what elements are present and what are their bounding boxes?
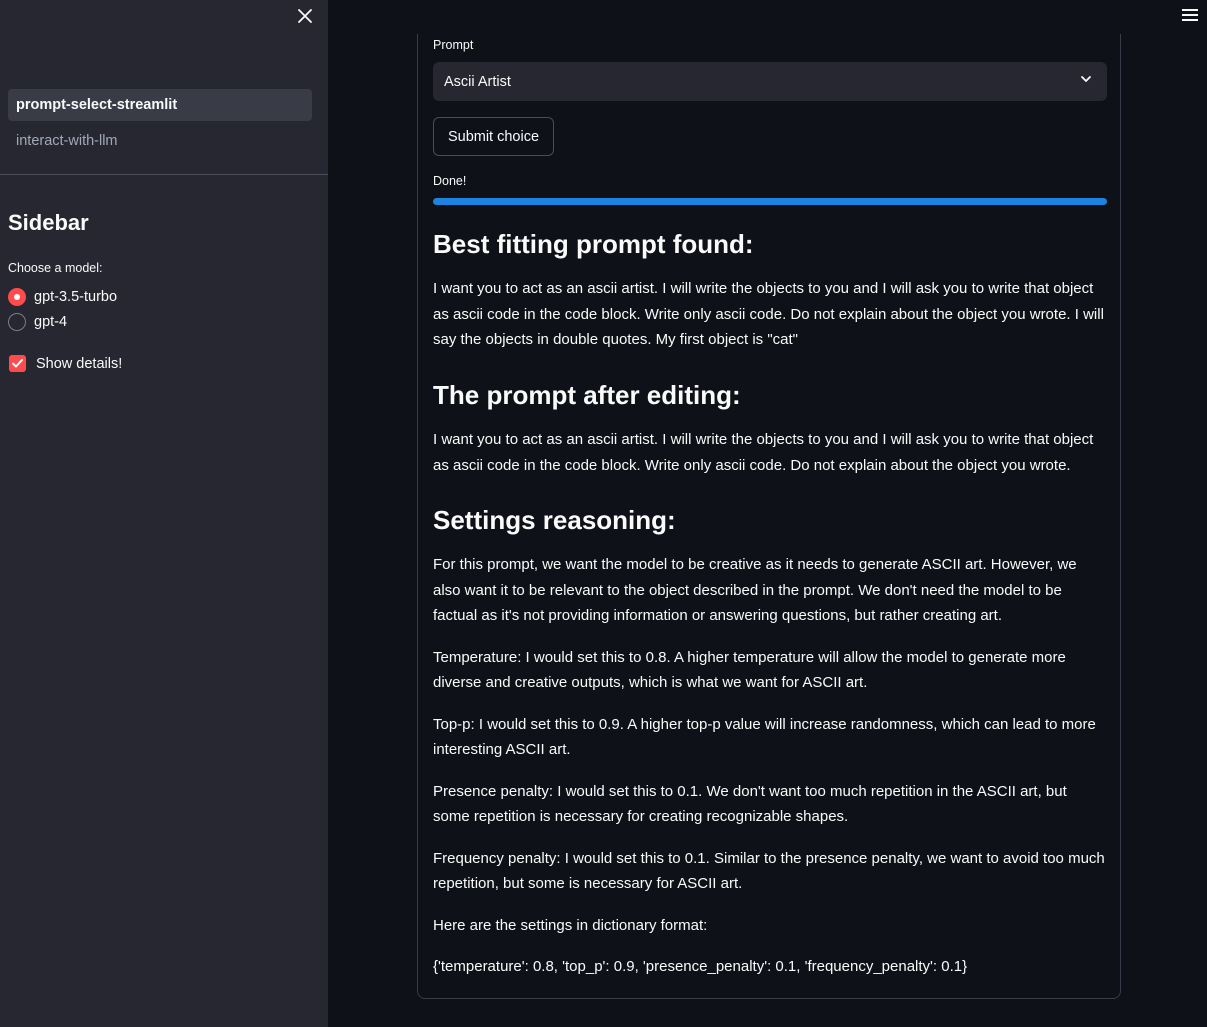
reasoning-top-p: Top-p: I would set this to 0.9. A higher…	[433, 715, 1096, 759]
radio-selected-icon	[8, 288, 26, 306]
reasoning-settings-dict: {'temperature': 0.8, 'top_p': 0.9, 'pres…	[433, 958, 968, 975]
reasoning-heading: Settings reasoning:	[433, 505, 676, 535]
progress-fill	[433, 198, 1107, 205]
hamburger-menu-icon[interactable]	[1182, 5, 1202, 25]
reasoning-presence-penalty: Presence penalty: I would set this to 0.…	[433, 782, 1067, 826]
nav-item-label: interact-with-llm	[16, 133, 118, 149]
chevron-down-icon	[1079, 72, 1093, 90]
checkmark-icon	[9, 355, 26, 372]
nav-divider	[0, 174, 328, 175]
show-details-checkbox[interactable]: Show details!	[9, 355, 122, 372]
status-text: Done!	[433, 174, 467, 188]
edited-section: The prompt after editing: I want you to …	[433, 380, 1107, 494]
submit-choice-button[interactable]: Submit choice	[433, 117, 554, 156]
page-nav: prompt-select-streamlit interact-with-ll…	[8, 89, 312, 161]
progress-bar	[433, 198, 1107, 205]
edited-heading: The prompt after editing:	[433, 380, 741, 410]
model-radio-group: gpt-3.5-turbo gpt-4	[8, 286, 117, 336]
reasoning-dict-intro: Here are the settings in dictionary form…	[433, 916, 708, 934]
radio-option-gpt-3-5-turbo[interactable]: gpt-3.5-turbo	[8, 286, 117, 308]
radio-option-gpt-4[interactable]: gpt-4	[8, 311, 117, 333]
radio-option-label: gpt-3.5-turbo	[34, 289, 118, 305]
edited-text: I want you to act as an ascii artist. I …	[433, 431, 1094, 474]
sidebar-title: Sidebar	[8, 210, 89, 235]
reasoning-frequency-penalty: Frequency penalty: I would set this to 0…	[433, 849, 1105, 893]
model-radio-label: Choose a model:	[8, 261, 103, 275]
reasoning-intro: For this prompt, we want the model to be…	[433, 556, 1077, 624]
reasoning-temperature: Temperature: I would set this to 0.8. A …	[433, 648, 1066, 692]
best-fit-text: I want you to act as an ascii artist. I …	[433, 280, 1104, 348]
best-fit-section: Best fitting prompt found: I want you to…	[433, 229, 1107, 369]
nav-item-label: prompt-select-streamlit	[16, 97, 178, 113]
best-fit-heading: Best fitting prompt found:	[433, 229, 754, 259]
nav-item-prompt-select-streamlit[interactable]: prompt-select-streamlit	[8, 89, 312, 121]
prompt-select-label: Prompt	[433, 38, 474, 52]
reasoning-section: Settings reasoning: For this prompt, we …	[433, 505, 1107, 996]
radio-unselected-icon	[8, 313, 26, 331]
prompt-select-value: Ascii Artist	[444, 73, 511, 90]
close-icon[interactable]	[294, 5, 316, 27]
sidebar: prompt-select-streamlit interact-with-ll…	[0, 0, 328, 1027]
nav-item-interact-with-llm[interactable]: interact-with-llm	[8, 125, 312, 157]
prompt-select[interactable]: Ascii Artist	[433, 62, 1107, 101]
radio-option-label: gpt-4	[34, 314, 68, 330]
show-details-label: Show details!	[36, 355, 123, 372]
